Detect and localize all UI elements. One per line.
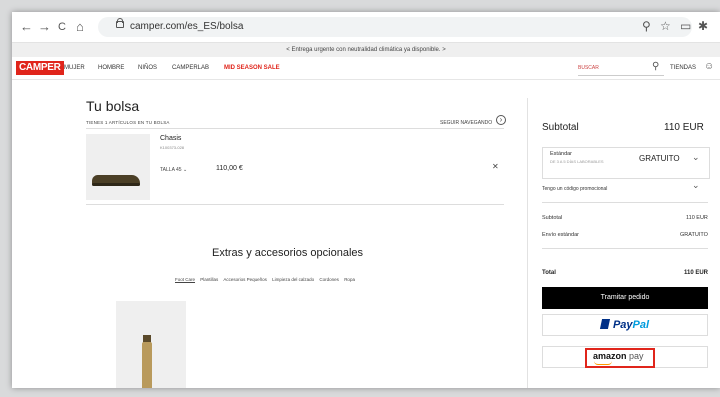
site-header: CAMPER MUJER HOMBRE NIÑOS CAMPERLAB MID … — [12, 57, 720, 80]
pay-word: pay — [626, 351, 644, 361]
browser-toolbar: ← → C ⌂ camper.com/es_ES/bolsa ⚲ ☆ ▭ ✱ — [12, 12, 720, 43]
product-image[interactable] — [86, 134, 150, 200]
item-count: TIENES 1 ARTÍCULOS EN TU BOLSA — [86, 120, 170, 125]
amazon-word: amazon — [593, 351, 627, 361]
row-subtotal-label: Subtotal — [542, 215, 563, 221]
tab-limpieza[interactable]: Limpieza del calzado — [272, 277, 314, 282]
home-icon[interactable]: ⌂ — [76, 19, 84, 35]
menu-mujer[interactable]: MUJER — [64, 65, 85, 71]
menu-camperlab[interactable]: CAMPERLAB — [172, 65, 209, 71]
continue-shopping-link[interactable]: SEGUIR NAVEGANDO — [440, 120, 492, 126]
chevron-down-icon: ⌄ — [182, 167, 188, 173]
row-shipping-label: Envío estándar — [542, 232, 579, 238]
paypal-icon — [599, 319, 611, 329]
summary-divider — [527, 98, 528, 388]
promo-bar[interactable]: < Entrega urgente con neutralidad climát… — [12, 43, 720, 57]
arrow-circle-icon[interactable]: › — [496, 115, 506, 125]
browser-window: ← → C ⌂ camper.com/es_ES/bolsa ⚲ ☆ ▭ ✱ <… — [12, 12, 720, 388]
row-subtotal-value: 110 EUR — [686, 215, 708, 221]
page-title: Tu bolsa — [86, 98, 140, 114]
reload-icon[interactable]: C — [58, 19, 66, 35]
chevron-down-icon[interactable]: ⌄ — [692, 152, 700, 163]
shipping-value: GRATUITO — [639, 154, 680, 163]
divider — [86, 128, 504, 129]
checkout-button[interactable]: Tramitar pedido — [542, 287, 708, 309]
divider — [542, 248, 708, 249]
row-shipping-value: GRATUITO — [680, 232, 708, 238]
url-text[interactable]: camper.com/es_ES/bolsa — [130, 21, 243, 32]
remove-item-icon[interactable]: ✕ — [492, 162, 499, 171]
menu-hombre[interactable]: HOMBRE — [98, 65, 124, 71]
tab-icon[interactable]: ▭ — [680, 19, 691, 33]
extension-icon[interactable]: ✱ — [698, 19, 708, 33]
summary-subtotal-value: 110 EUR — [664, 122, 704, 133]
bottle-image — [142, 342, 152, 388]
zoom-icon[interactable]: ⚲ — [642, 19, 651, 33]
tab-accesorios[interactable]: Accesorios Pequeños — [223, 277, 267, 282]
divider — [542, 202, 708, 203]
shipping-eta: DE 3 A 5 DÍAS LABORABLES — [550, 159, 604, 164]
user-icon[interactable]: ☺ — [704, 61, 714, 72]
amazon-pay-logo: amazon pay — [593, 351, 644, 361]
divider — [86, 204, 504, 205]
menu-sale[interactable]: MID SEASON SALE — [224, 65, 280, 71]
summary-subtotal-label: Subtotal — [542, 122, 579, 133]
tab-foot-care[interactable]: Foot Care — [175, 277, 195, 282]
chevron-down-icon[interactable]: ⌄ — [692, 180, 700, 191]
lock-icon — [116, 18, 124, 28]
product-price: 110,00 € — [216, 165, 243, 172]
tab-cordones[interactable]: Cordones — [319, 277, 339, 282]
extras-tabs: Foot Care Plantillas Accesorios Pequeños… — [175, 277, 359, 282]
menu-ninos[interactable]: NIÑOS — [138, 65, 157, 71]
total-label: Total — [542, 270, 556, 276]
shoe-sole — [92, 183, 140, 186]
star-icon[interactable]: ☆ — [660, 19, 671, 33]
product-name[interactable]: Chasis — [160, 135, 181, 142]
paypal-logo-part1: Pay — [612, 319, 633, 331]
search-icon[interactable]: ⚲ — [652, 61, 659, 72]
shipping-name: Estándar — [550, 151, 573, 157]
size-label: TALLA 45 — [160, 167, 182, 173]
tab-plantillas[interactable]: Plantillas — [200, 277, 218, 282]
product-ref: K100373-028 — [160, 145, 185, 150]
paypal-button[interactable]: PayPal — [542, 314, 708, 336]
back-icon[interactable]: ← — [20, 19, 33, 35]
amazon-smile-icon — [594, 361, 612, 365]
size-select[interactable]: TALLA 45 ⌄ — [160, 167, 187, 173]
promo-code-toggle[interactable]: Tengo un código promocional — [542, 186, 607, 192]
total-value: 110 EUR — [684, 270, 709, 276]
forward-icon[interactable]: → — [38, 19, 51, 35]
camper-logo[interactable]: CAMPER — [16, 61, 64, 75]
stores-link[interactable]: TIENDAS — [670, 65, 696, 71]
paypal-logo-part2: Pal — [632, 319, 650, 331]
search-placeholder: BUSCAR — [578, 65, 599, 71]
extras-title: Extras y accesorios opcionales — [212, 247, 364, 259]
tab-ropa[interactable]: Ropa — [344, 277, 355, 282]
